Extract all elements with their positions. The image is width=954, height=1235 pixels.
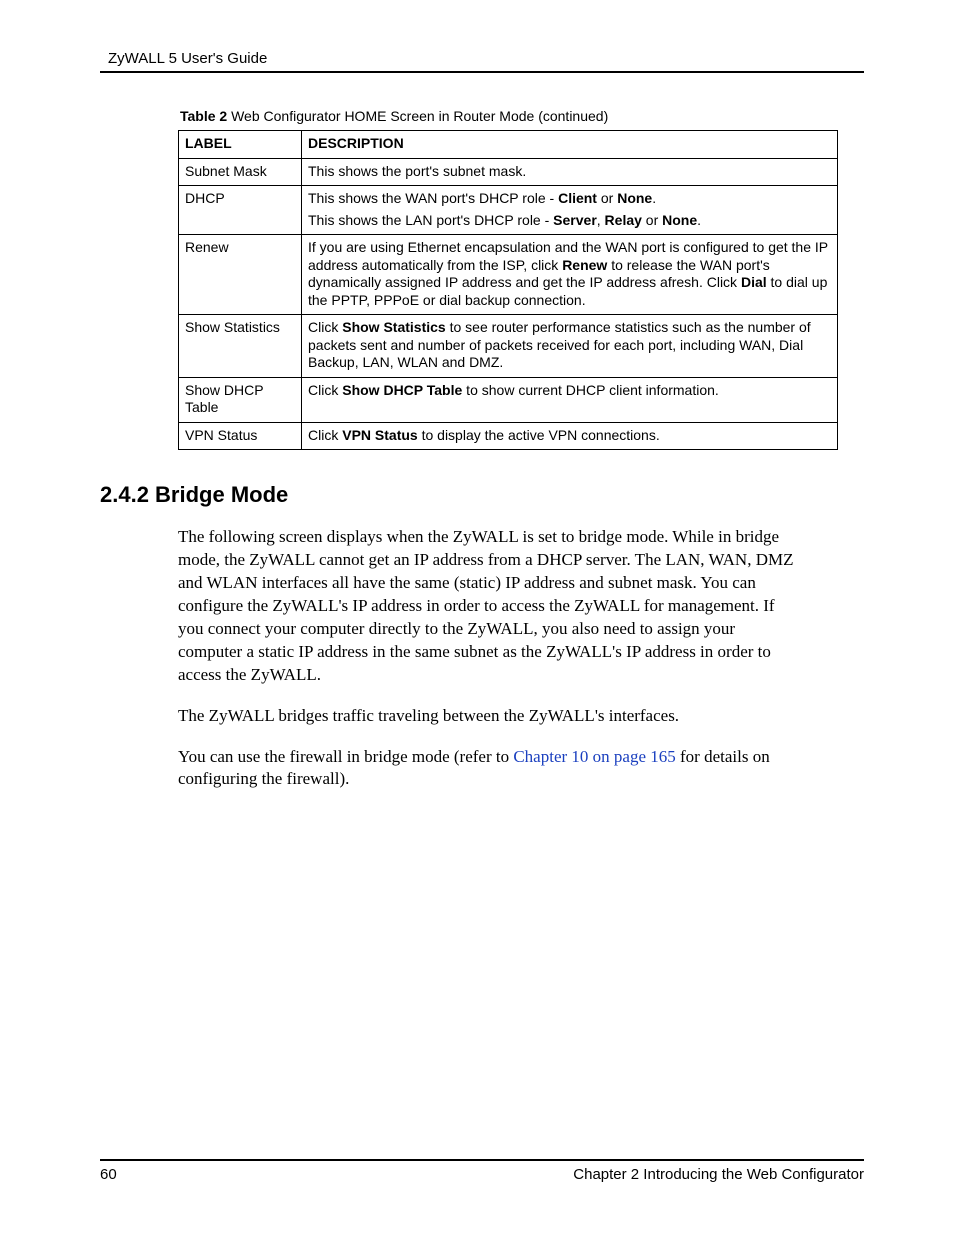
bold-text: None <box>662 212 697 228</box>
bold-text: VPN Status <box>342 427 417 443</box>
text: to show current DHCP client information. <box>462 382 719 398</box>
bold-text: Relay <box>605 212 642 228</box>
table-caption-rest: Web Configurator HOME Screen in Router M… <box>227 108 608 124</box>
page-number: 60 <box>100 1166 117 1183</box>
bold-text: Show DHCP Table <box>342 382 462 398</box>
text: . <box>697 212 701 228</box>
row-label: Show DHCP Table <box>179 377 302 422</box>
text: , <box>597 212 605 228</box>
guide-title: ZyWALL 5 User's Guide <box>108 50 267 67</box>
bold-text: Client <box>558 190 597 206</box>
table-row: VPN Status Click VPN Status to display t… <box>179 422 838 450</box>
bold-text: Dial <box>741 274 767 290</box>
bold-text: Renew <box>562 257 607 273</box>
table-row: Subnet Mask This shows the port's subnet… <box>179 158 838 186</box>
document-page: ZyWALL 5 User's Guide Table 2 Web Config… <box>0 0 954 1235</box>
row-desc: This shows the port's subnet mask. <box>302 158 838 186</box>
row-desc: Click VPN Status to display the active V… <box>302 422 838 450</box>
text: Click <box>308 319 342 335</box>
table-caption: Table 2 Web Configurator HOME Screen in … <box>180 108 864 124</box>
config-table: LABEL DESCRIPTION Subnet Mask This shows… <box>178 130 838 450</box>
text: . <box>652 190 656 206</box>
table-row: Renew If you are using Ethernet encapsul… <box>179 235 838 315</box>
paragraph: The ZyWALL bridges traffic traveling bet… <box>178 705 798 728</box>
section-heading: 2.4.2 Bridge Mode <box>100 482 864 508</box>
chapter-name: Chapter 2 Introducing the Web Configurat… <box>573 1166 864 1183</box>
table-header-row: LABEL DESCRIPTION <box>179 131 838 159</box>
row-label: DHCP <box>179 186 302 235</box>
cross-reference-link[interactable]: Chapter 10 on page 165 <box>513 747 675 766</box>
table-row: Show DHCP Table Click Show DHCP Table to… <box>179 377 838 422</box>
table-block: Table 2 Web Configurator HOME Screen in … <box>178 108 864 450</box>
text: This shows the WAN port's DHCP role - <box>308 190 558 206</box>
row-desc: Click Show DHCP Table to show current DH… <box>302 377 838 422</box>
row-desc: This shows the WAN port's DHCP role - Cl… <box>302 186 838 235</box>
text: You can use the firewall in bridge mode … <box>178 747 513 766</box>
text: to display the active VPN connections. <box>418 427 660 443</box>
row-label: VPN Status <box>179 422 302 450</box>
th-label: LABEL <box>179 131 302 159</box>
paragraph: You can use the firewall in bridge mode … <box>178 746 798 792</box>
text: Click <box>308 382 342 398</box>
paragraph: The following screen displays when the Z… <box>178 526 798 687</box>
row-label: Subnet Mask <box>179 158 302 186</box>
table-row: Show Statistics Click Show Statistics to… <box>179 315 838 378</box>
bold-text: Server <box>553 212 597 228</box>
page-footer: 60 Chapter 2 Introducing the Web Configu… <box>100 1159 864 1183</box>
row-desc: Click Show Statistics to see router perf… <box>302 315 838 378</box>
text: or <box>597 190 617 206</box>
body-text: The following screen displays when the Z… <box>178 526 798 791</box>
row-label: Renew <box>179 235 302 315</box>
th-description: DESCRIPTION <box>302 131 838 159</box>
row-desc: If you are using Ethernet encapsulation … <box>302 235 838 315</box>
bold-text: Show Statistics <box>342 319 445 335</box>
text: or <box>642 212 662 228</box>
table-row: DHCP This shows the WAN port's DHCP role… <box>179 186 838 235</box>
running-header: ZyWALL 5 User's Guide <box>100 50 864 73</box>
row-label: Show Statistics <box>179 315 302 378</box>
table-caption-label: Table 2 <box>180 108 227 124</box>
text: Click <box>308 427 342 443</box>
bold-text: None <box>617 190 652 206</box>
text: This shows the LAN port's DHCP role - <box>308 212 553 228</box>
